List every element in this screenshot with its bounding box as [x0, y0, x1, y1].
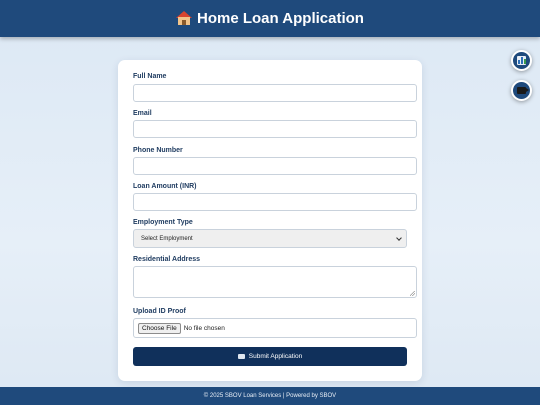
full-name-label: Full Name	[133, 73, 167, 80]
page-title: Home Loan Application	[197, 10, 364, 27]
submit-label: Submit Application	[248, 353, 303, 360]
footer: © 2025 SBOV Loan Services | Powered by S…	[0, 387, 540, 405]
loan-form-card: Full Name Email Phone Number Loan Amount…	[118, 60, 422, 381]
address-textarea[interactable]	[133, 266, 417, 298]
full-name-input[interactable]	[133, 84, 417, 102]
loan-amount-input[interactable]	[133, 193, 417, 211]
email-label: Email	[133, 110, 152, 117]
footer-text: © 2025 SBOV Loan Services | Powered by S…	[203, 393, 337, 399]
phone-input[interactable]	[133, 157, 417, 175]
id-proof-label: Upload ID Proof	[133, 308, 186, 315]
id-proof-file-input[interactable]: Choose File No file chosen	[133, 318, 417, 338]
house-icon	[176, 10, 193, 25]
address-label: Residential Address	[133, 256, 201, 263]
email-input[interactable]	[133, 120, 417, 138]
app-header: Home Loan Application	[0, 0, 540, 37]
employment-selected-value: Select Employment	[141, 235, 193, 242]
video-camera-icon	[517, 87, 529, 94]
send-icon	[237, 354, 245, 359]
loan-amount-label: Loan Amount (INR)	[133, 183, 197, 190]
chart-button[interactable]	[511, 50, 532, 71]
choose-file-button[interactable]: Choose File	[138, 322, 181, 334]
file-status-text: No file chosen	[183, 324, 225, 332]
employment-type-select[interactable]: Select Employment	[133, 229, 407, 248]
video-button[interactable]	[511, 80, 532, 101]
phone-label: Phone Number	[133, 147, 183, 154]
chevron-down-icon	[396, 235, 402, 241]
submit-application-button[interactable]: Submit Application	[133, 347, 407, 366]
employment-type-label: Employment Type	[133, 219, 193, 226]
resize-handle-icon[interactable]	[410, 291, 415, 296]
bar-chart-icon	[517, 56, 526, 65]
